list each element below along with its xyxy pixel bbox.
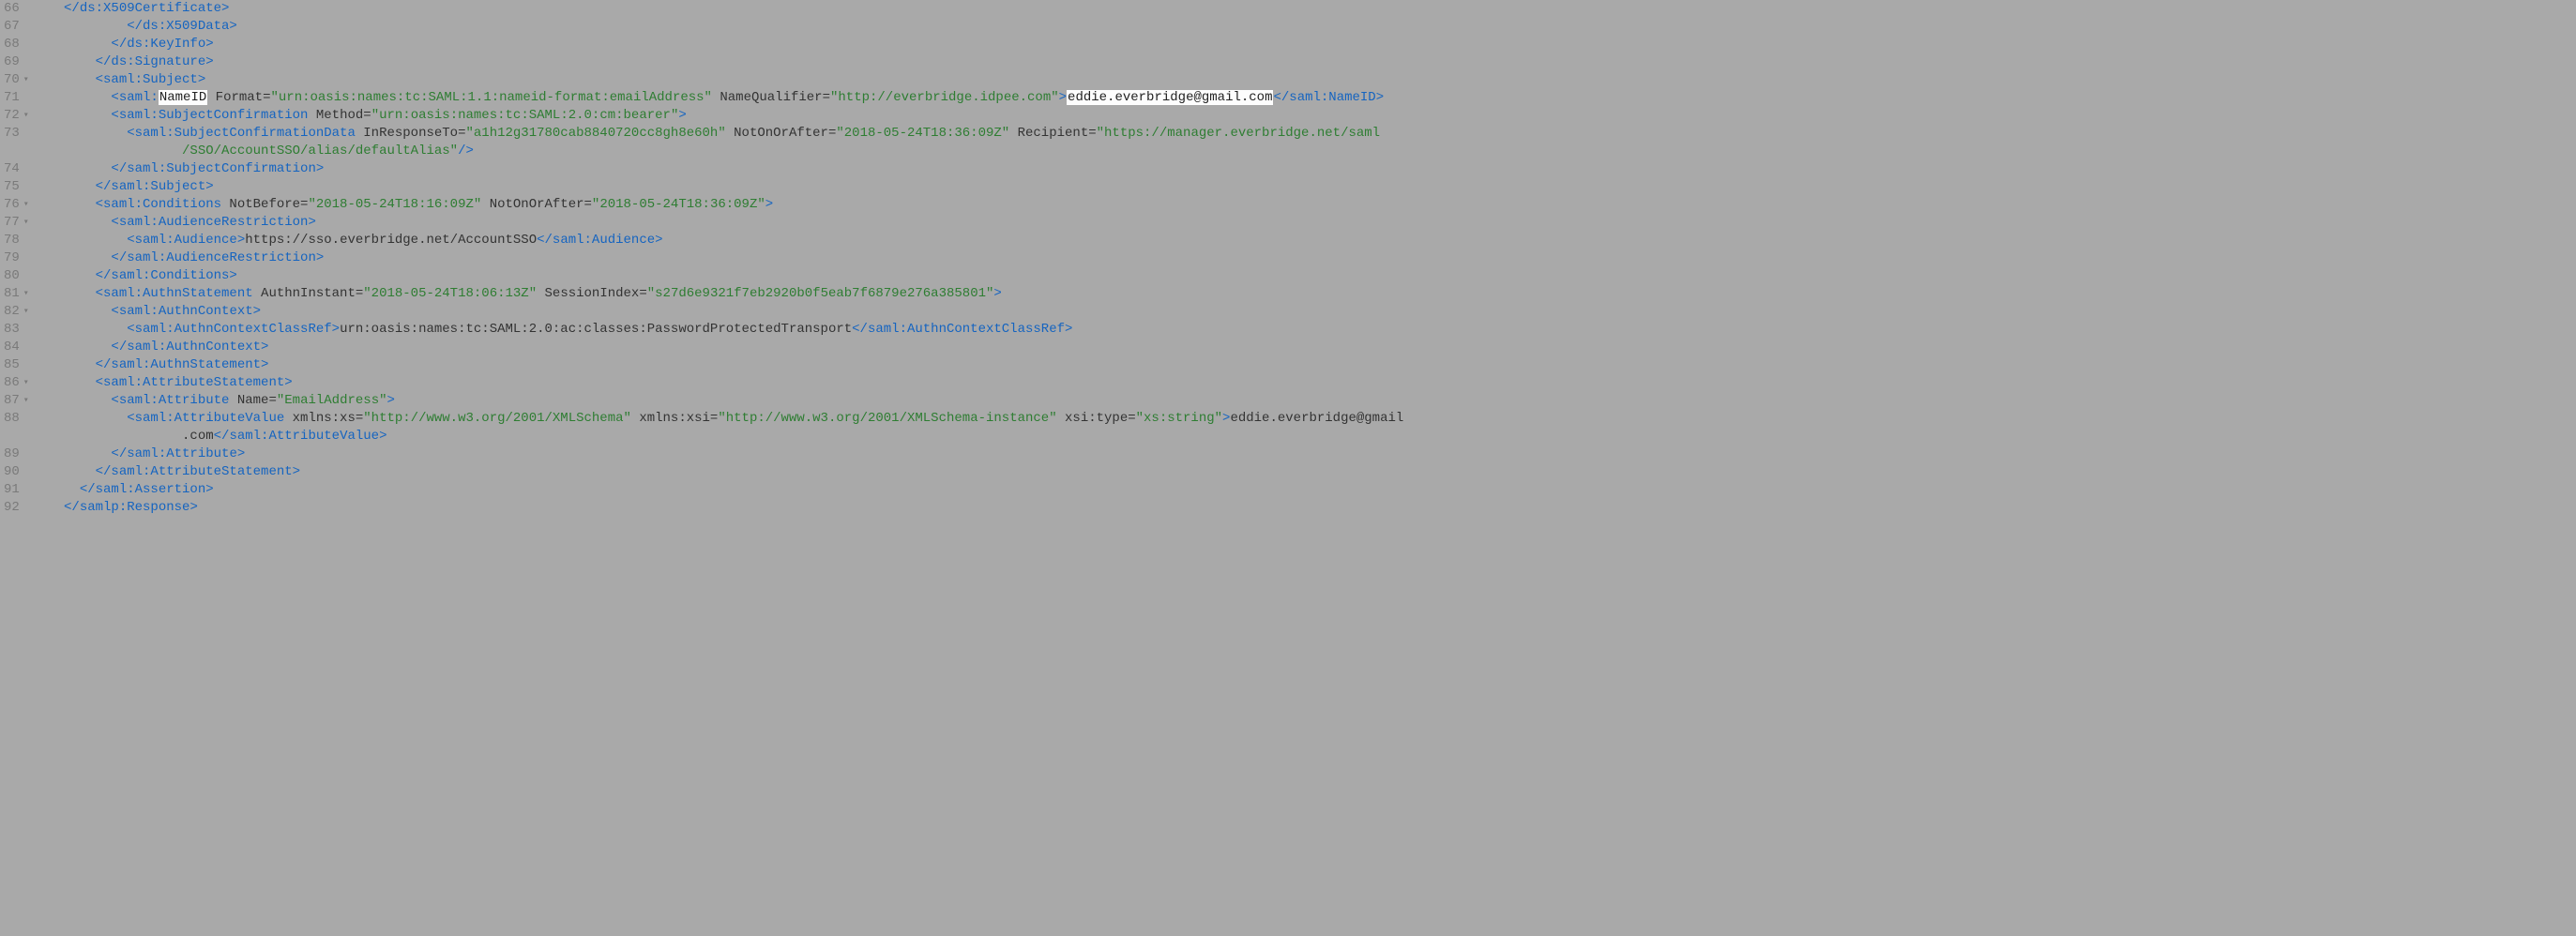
code-line: <saml:AuthnContextClassRef>urn:oasis:nam…	[40, 321, 2576, 339]
line-number: 92	[4, 499, 20, 517]
line-number: 80	[4, 267, 20, 285]
line-number-gutter: 66 67 68 69 70▾ 71 72▾ 73 74 75 76▾ 77▾ …	[0, 0, 37, 517]
code-line: </saml:Subject>	[40, 178, 2576, 196]
code-line: </saml:AuthnContext>	[40, 339, 2576, 356]
code-editor: 66 67 68 69 70▾ 71 72▾ 73 74 75 76▾ 77▾ …	[0, 0, 2576, 517]
code-line: </saml:AudienceRestriction>	[40, 249, 2576, 267]
code-line: </saml:AttributeStatement>	[40, 463, 2576, 481]
code-line: <saml:NameID Format="urn:oasis:names:tc:…	[40, 89, 2576, 107]
code-line: <saml:Audience>https://sso.everbridge.ne…	[40, 232, 2576, 249]
line-number: 90	[4, 463, 20, 481]
line-number: 70	[4, 71, 20, 89]
fold-marker[interactable]: ▾	[22, 374, 31, 392]
line-number: 69	[4, 53, 20, 71]
code-line: <saml:AttributeStatement>	[40, 374, 2576, 392]
line-number: 66	[4, 0, 20, 18]
code-line: /SSO/AccountSSO/alias/defaultAlias"/>	[40, 143, 2576, 160]
code-line: <saml:Conditions NotBefore="2018-05-24T1…	[40, 196, 2576, 214]
line-number: 91	[4, 481, 20, 499]
line-number: 76	[4, 196, 20, 214]
line-number: 74	[4, 160, 20, 178]
code-line: .com</saml:AttributeValue>	[40, 428, 2576, 445]
code-line: <saml:AttributeValue xmlns:xs="http://ww…	[40, 410, 2576, 428]
fold-marker[interactable]: ▾	[22, 392, 31, 410]
line-number: 71	[4, 89, 20, 107]
line-number: 86	[4, 374, 20, 392]
code-line: </ds:X509Data>	[40, 18, 2576, 36]
line-number: 75	[4, 178, 20, 196]
fold-marker[interactable]: ▾	[22, 196, 31, 214]
highlight-nameid: NameID	[159, 90, 207, 105]
code-line: </samlp:Response>	[40, 499, 2576, 517]
highlight-email: eddie.everbridge@gmail.com	[1067, 90, 1273, 105]
code-line: </ds:Signature>	[40, 53, 2576, 71]
line-number: 83	[4, 321, 20, 339]
line-number: 73	[4, 125, 20, 143]
line-number: 67	[4, 18, 20, 36]
line-number: 81	[4, 285, 20, 303]
line-number: 84	[4, 339, 20, 356]
line-number: 77	[4, 214, 20, 232]
fold-marker[interactable]: ▾	[22, 214, 31, 232]
fold-marker[interactable]: ▾	[22, 107, 31, 125]
line-number: 85	[4, 356, 20, 374]
line-number: 88	[4, 410, 20, 428]
code-line: </saml:AuthnStatement>	[40, 356, 2576, 374]
code-line: </saml:Attribute>	[40, 445, 2576, 463]
line-number: 78	[4, 232, 20, 249]
code-line: <saml:Subject>	[40, 71, 2576, 89]
code-line: </saml:Conditions>	[40, 267, 2576, 285]
code-line: </ds:X509Certificate>	[40, 0, 2576, 18]
fold-marker[interactable]: ▾	[22, 303, 31, 321]
code-line: <saml:AuthnContext>	[40, 303, 2576, 321]
line-number: 72	[4, 107, 20, 125]
line-number: 89	[4, 445, 20, 463]
line-number: 82	[4, 303, 20, 321]
code-line: <saml:AuthnStatement AuthnInstant="2018-…	[40, 285, 2576, 303]
code-line: <saml:SubjectConfirmationData InResponse…	[40, 125, 2576, 143]
line-number: 79	[4, 249, 20, 267]
code-line: </saml:SubjectConfirmation>	[40, 160, 2576, 178]
line-number: 87	[4, 392, 20, 410]
fold-marker[interactable]: ▾	[22, 285, 31, 303]
code-line: <saml:Attribute Name="EmailAddress">	[40, 392, 2576, 410]
code-line: </saml:Assertion>	[40, 481, 2576, 499]
fold-marker[interactable]: ▾	[22, 71, 31, 89]
code-line: </ds:KeyInfo>	[40, 36, 2576, 53]
code-content[interactable]: </ds:X509Certificate> </ds:X509Data> </d…	[37, 0, 2576, 517]
code-line: <saml:SubjectConfirmation Method="urn:oa…	[40, 107, 2576, 125]
code-line: <saml:AudienceRestriction>	[40, 214, 2576, 232]
line-number: 68	[4, 36, 20, 53]
